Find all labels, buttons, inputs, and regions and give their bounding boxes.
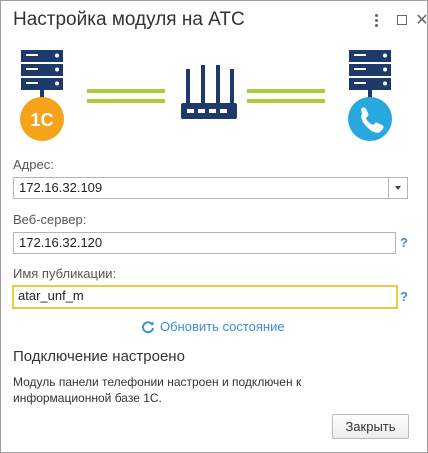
maximize-icon[interactable] bbox=[393, 11, 411, 29]
refresh-status-link[interactable]: Обновить состояние bbox=[141, 319, 285, 334]
close-icon[interactable]: ✕ bbox=[413, 11, 428, 29]
dialog-window: Настройка модуля на АТС ✕ 1С Адрес: 172.… bbox=[0, 0, 428, 453]
more-vertical-icon[interactable] bbox=[367, 11, 385, 29]
router-icon bbox=[181, 65, 237, 119]
web-server-help-icon[interactable]: ? bbox=[400, 235, 408, 250]
refresh-status-label[interactable]: Обновить состояние bbox=[160, 319, 285, 334]
close-button[interactable]: Закрыть bbox=[332, 414, 409, 439]
status-title: Подключение настроено bbox=[13, 348, 185, 365]
publication-help-icon[interactable]: ? bbox=[400, 289, 408, 304]
connection-diagram: 1С bbox=[20, 50, 392, 141]
link-left bbox=[87, 89, 165, 103]
refresh-icon bbox=[142, 320, 154, 333]
publication-label: Имя публикации: bbox=[13, 266, 117, 281]
web-server-input[interactable]: 172.16.32.120 bbox=[13, 232, 396, 254]
web-server-label: Веб-сервер: bbox=[13, 212, 87, 227]
chevron-down-icon bbox=[395, 186, 401, 190]
status-text: Модуль панели телефонии настроен и подкл… bbox=[13, 375, 302, 405]
server-icon bbox=[21, 50, 63, 98]
1c-logo-icon: 1С bbox=[20, 97, 64, 141]
window-title: Настройка модуля на АТС bbox=[13, 9, 245, 30]
address-label: Адрес: bbox=[13, 157, 54, 172]
publication-input[interactable]: atar_unf_m bbox=[12, 285, 398, 309]
address-dropdown-button[interactable] bbox=[388, 177, 408, 199]
link-right bbox=[247, 89, 325, 103]
server-icon-right bbox=[349, 50, 391, 98]
svg-text:1С: 1С bbox=[30, 110, 53, 130]
address-input[interactable]: 172.16.32.109 bbox=[13, 177, 389, 199]
phone-icon bbox=[348, 97, 392, 141]
